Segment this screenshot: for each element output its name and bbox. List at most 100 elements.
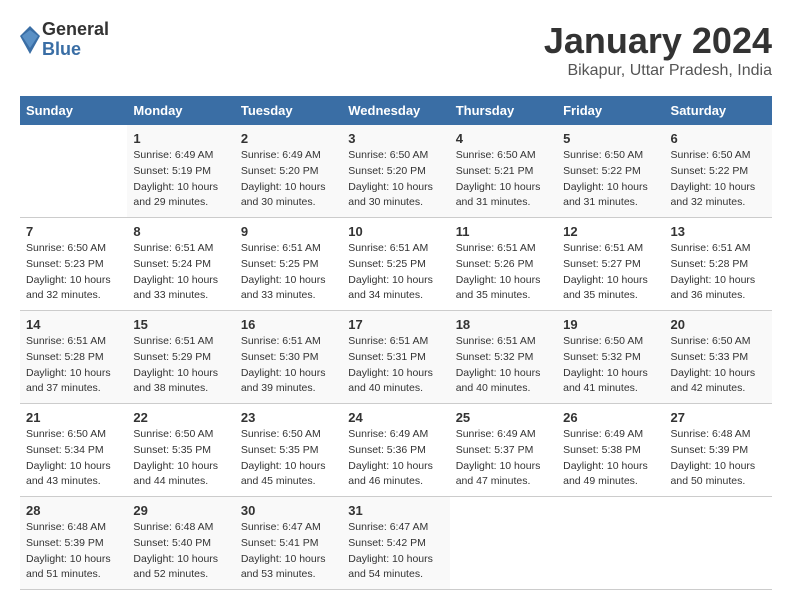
day-info: Sunrise: 6:51 AMSunset: 5:28 PMDaylight:… [671, 241, 766, 304]
day-number: 7 [26, 224, 121, 239]
day-number: 20 [671, 317, 766, 332]
day-number: 18 [456, 317, 551, 332]
day-number: 6 [671, 131, 766, 146]
day-cell: 4 Sunrise: 6:50 AMSunset: 5:21 PMDaylight… [450, 125, 557, 218]
day-number: 27 [671, 410, 766, 425]
day-number: 23 [241, 410, 336, 425]
calendar-table: SundayMondayTuesdayWednesdayThursdayFrid… [20, 96, 772, 590]
day-info: Sunrise: 6:47 AMSunset: 5:41 PMDaylight:… [241, 520, 336, 583]
day-number: 5 [563, 131, 658, 146]
day-cell: 18 Sunrise: 6:51 AMSunset: 5:32 PMDayligh… [450, 311, 557, 404]
day-info: Sunrise: 6:51 AMSunset: 5:30 PMDaylight:… [241, 334, 336, 397]
day-info: Sunrise: 6:50 AMSunset: 5:35 PMDaylight:… [133, 427, 228, 490]
calendar-title: January 2024 [544, 20, 772, 62]
day-cell: 24 Sunrise: 6:49 AMSunset: 5:36 PMDayligh… [342, 404, 449, 497]
day-cell: 25Sunrise: 6:49 AMSunset: 5:37 PMDayligh… [450, 404, 557, 497]
day-cell [557, 497, 664, 590]
title-block: January 2024 Bikapur, Uttar Pradesh, Ind… [544, 20, 772, 80]
day-info: Sunrise: 6:50 AMSunset: 5:23 PMDaylight:… [26, 241, 121, 304]
day-number: 21 [26, 410, 121, 425]
day-cell: 15 Sunrise: 6:51 AMSunset: 5:29 PMDayligh… [127, 311, 234, 404]
day-cell: 28 Sunrise: 6:48 AMSunset: 5:39 PMDayligh… [20, 497, 127, 590]
day-cell: 5 Sunrise: 6:50 AMSunset: 5:22 PMDaylight… [557, 125, 664, 218]
day-info: Sunrise: 6:48 AMSunset: 5:40 PMDaylight:… [133, 520, 228, 583]
header-cell-monday: Monday [127, 96, 234, 125]
day-number: 15 [133, 317, 228, 332]
day-number: 11 [456, 224, 551, 239]
day-number: 30 [241, 503, 336, 518]
day-number: 19 [563, 317, 658, 332]
day-number: 13 [671, 224, 766, 239]
header-cell-wednesday: Wednesday [342, 96, 449, 125]
day-info: Sunrise: 6:51 AMSunset: 5:25 PMDaylight:… [348, 241, 443, 304]
day-cell: 3 Sunrise: 6:50 AMSunset: 5:20 PMDaylight… [342, 125, 449, 218]
day-cell: 7 Sunrise: 6:50 AMSunset: 5:23 PMDaylight… [20, 218, 127, 311]
day-info: Sunrise: 6:49 AMSunset: 5:38 PMDaylight:… [563, 427, 658, 490]
day-info: Sunrise: 6:51 AMSunset: 5:24 PMDaylight:… [133, 241, 228, 304]
header-cell-saturday: Saturday [665, 96, 772, 125]
day-info: Sunrise: 6:50 AMSunset: 5:21 PMDaylight:… [456, 148, 551, 211]
day-cell: 9 Sunrise: 6:51 AMSunset: 5:25 PMDaylight… [235, 218, 342, 311]
week-row-4: 21 Sunrise: 6:50 AMSunset: 5:34 PMDayligh… [20, 404, 772, 497]
day-cell: 27 Sunrise: 6:48 AMSunset: 5:39 PMDayligh… [665, 404, 772, 497]
calendar-body: 1 Sunrise: 6:49 AMSunset: 5:19 PMDaylight… [20, 125, 772, 590]
header-cell-friday: Friday [557, 96, 664, 125]
day-cell: 1 Sunrise: 6:49 AMSunset: 5:19 PMDaylight… [127, 125, 234, 218]
day-cell: 12Sunrise: 6:51 AMSunset: 5:27 PMDayligh… [557, 218, 664, 311]
day-cell: 6Sunrise: 6:50 AMSunset: 5:22 PMDaylight… [665, 125, 772, 218]
day-cell [665, 497, 772, 590]
day-info: Sunrise: 6:51 AMSunset: 5:28 PMDaylight:… [26, 334, 121, 397]
day-number: 31 [348, 503, 443, 518]
day-cell: 11 Sunrise: 6:51 AMSunset: 5:26 PMDayligh… [450, 218, 557, 311]
day-cell: 19Sunrise: 6:50 AMSunset: 5:32 PMDayligh… [557, 311, 664, 404]
day-number: 1 [133, 131, 228, 146]
day-info: Sunrise: 6:50 AMSunset: 5:33 PMDaylight:… [671, 334, 766, 397]
day-cell: 20 Sunrise: 6:50 AMSunset: 5:33 PMDayligh… [665, 311, 772, 404]
day-number: 3 [348, 131, 443, 146]
day-cell: 8Sunrise: 6:51 AMSunset: 5:24 PMDaylight… [127, 218, 234, 311]
logo-icon [20, 26, 40, 54]
day-cell: 10Sunrise: 6:51 AMSunset: 5:25 PMDayligh… [342, 218, 449, 311]
logo-blue-text: Blue [42, 40, 109, 60]
day-info: Sunrise: 6:50 AMSunset: 5:22 PMDaylight:… [563, 148, 658, 211]
calendar-subtitle: Bikapur, Uttar Pradesh, India [544, 62, 772, 80]
day-number: 12 [563, 224, 658, 239]
day-info: Sunrise: 6:48 AMSunset: 5:39 PMDaylight:… [671, 427, 766, 490]
day-info: Sunrise: 6:48 AMSunset: 5:39 PMDaylight:… [26, 520, 121, 583]
page-header: General Blue January 2024 Bikapur, Uttar… [20, 20, 772, 80]
day-cell: 14 Sunrise: 6:51 AMSunset: 5:28 PMDayligh… [20, 311, 127, 404]
day-info: Sunrise: 6:51 AMSunset: 5:32 PMDaylight:… [456, 334, 551, 397]
day-cell: 31Sunrise: 6:47 AMSunset: 5:42 PMDayligh… [342, 497, 449, 590]
header-row: SundayMondayTuesdayWednesdayThursdayFrid… [20, 96, 772, 125]
day-info: Sunrise: 6:50 AMSunset: 5:35 PMDaylight:… [241, 427, 336, 490]
calendar-header: SundayMondayTuesdayWednesdayThursdayFrid… [20, 96, 772, 125]
day-number: 28 [26, 503, 121, 518]
day-cell: 21 Sunrise: 6:50 AMSunset: 5:34 PMDayligh… [20, 404, 127, 497]
day-info: Sunrise: 6:50 AMSunset: 5:20 PMDaylight:… [348, 148, 443, 211]
week-row-1: 1 Sunrise: 6:49 AMSunset: 5:19 PMDaylight… [20, 125, 772, 218]
day-cell: 26Sunrise: 6:49 AMSunset: 5:38 PMDayligh… [557, 404, 664, 497]
day-number: 24 [348, 410, 443, 425]
day-number: 2 [241, 131, 336, 146]
day-number: 4 [456, 131, 551, 146]
week-row-5: 28 Sunrise: 6:48 AMSunset: 5:39 PMDayligh… [20, 497, 772, 590]
day-number: 22 [133, 410, 228, 425]
day-cell: 30 Sunrise: 6:47 AMSunset: 5:41 PMDayligh… [235, 497, 342, 590]
day-info: Sunrise: 6:51 AMSunset: 5:25 PMDaylight:… [241, 241, 336, 304]
day-cell: 16 Sunrise: 6:51 AMSunset: 5:30 PMDayligh… [235, 311, 342, 404]
header-cell-tuesday: Tuesday [235, 96, 342, 125]
day-info: Sunrise: 6:51 AMSunset: 5:31 PMDaylight:… [348, 334, 443, 397]
day-number: 16 [241, 317, 336, 332]
logo: General Blue [20, 20, 109, 60]
day-info: Sunrise: 6:51 AMSunset: 5:29 PMDaylight:… [133, 334, 228, 397]
day-number: 14 [26, 317, 121, 332]
day-info: Sunrise: 6:50 AMSunset: 5:34 PMDaylight:… [26, 427, 121, 490]
day-info: Sunrise: 6:49 AMSunset: 5:20 PMDaylight:… [241, 148, 336, 211]
day-info: Sunrise: 6:51 AMSunset: 5:26 PMDaylight:… [456, 241, 551, 304]
day-info: Sunrise: 6:49 AMSunset: 5:19 PMDaylight:… [133, 148, 228, 211]
week-row-2: 7 Sunrise: 6:50 AMSunset: 5:23 PMDaylight… [20, 218, 772, 311]
day-number: 9 [241, 224, 336, 239]
day-info: Sunrise: 6:49 AMSunset: 5:36 PMDaylight:… [348, 427, 443, 490]
day-cell: 17Sunrise: 6:51 AMSunset: 5:31 PMDayligh… [342, 311, 449, 404]
day-info: Sunrise: 6:49 AMSunset: 5:37 PMDaylight:… [456, 427, 551, 490]
